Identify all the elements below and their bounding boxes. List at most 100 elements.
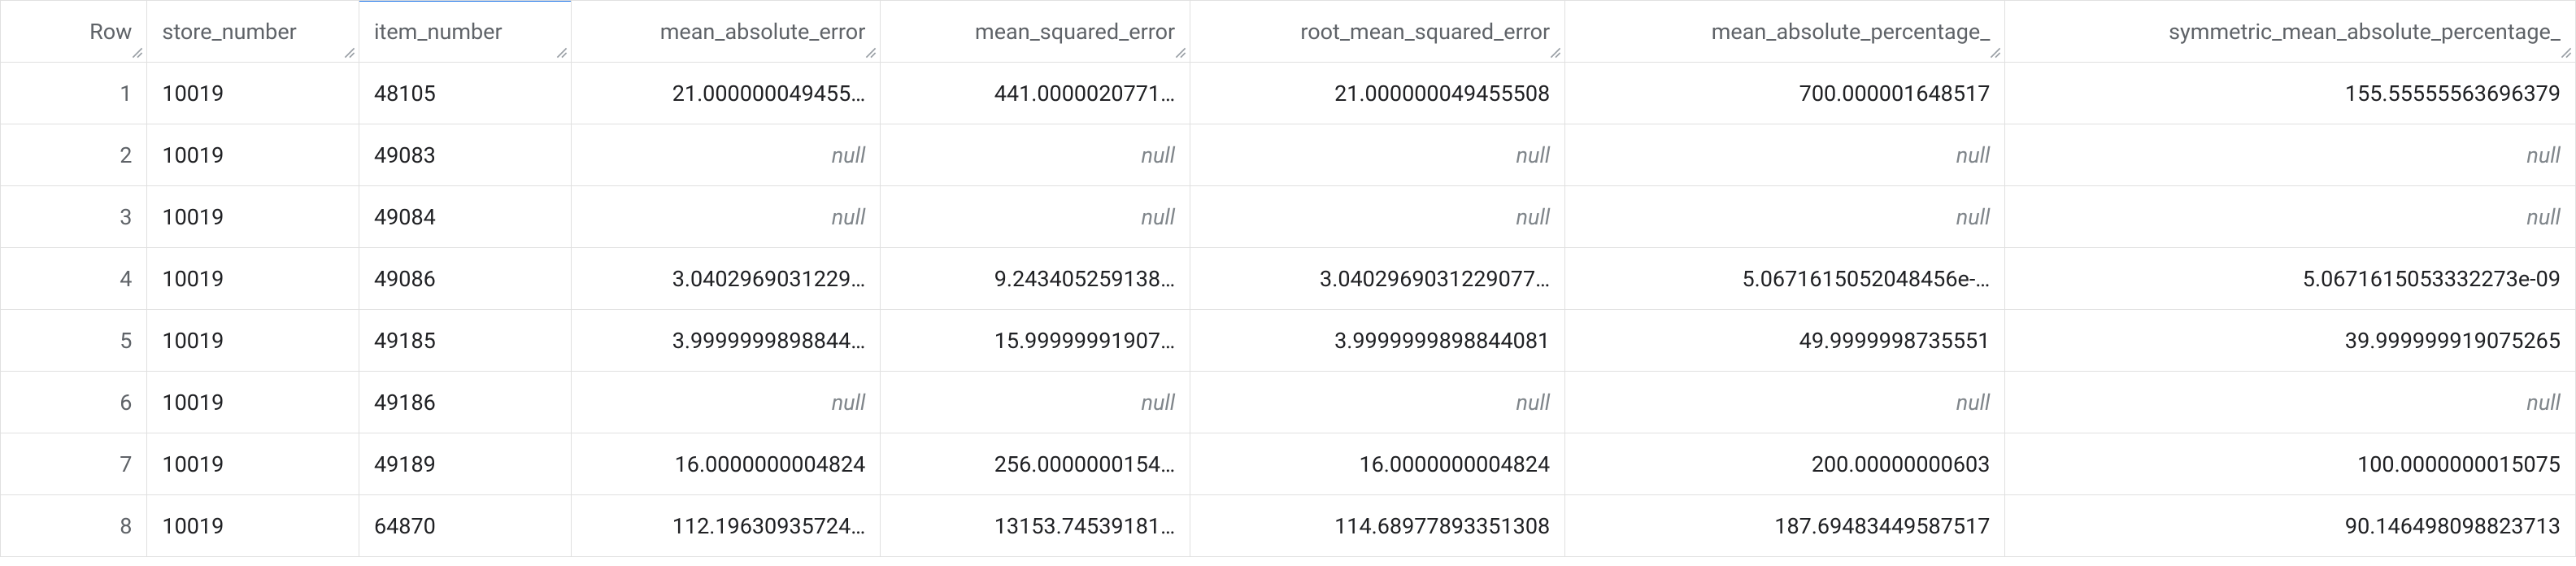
cell-store-number: 10019 <box>147 495 359 557</box>
null-value: null <box>2526 204 2561 230</box>
column-header-label: mean_squared_error <box>975 19 1175 45</box>
cell-item-number: 49189 <box>359 433 571 495</box>
cell-mae: null <box>571 372 881 433</box>
cell-mae: null <box>571 124 881 186</box>
cell-rmse: 21.000000049455508 <box>1190 63 1565 124</box>
cell-item-number: 49084 <box>359 186 571 248</box>
column-header-label: store_number <box>162 19 296 45</box>
null-value: null <box>1516 390 1551 416</box>
null-value: null <box>832 142 866 168</box>
null-value: null <box>1142 142 1176 168</box>
resize-handle-icon[interactable] <box>1175 47 1186 59</box>
null-value: null <box>1516 142 1551 168</box>
cell-smape: 155.55555563696379 <box>2005 63 2576 124</box>
table-row[interactable]: 7100194918916.0000000004824256.000000015… <box>1 433 2576 495</box>
cell-mse: null <box>881 372 1190 433</box>
cell-mape: 700.000001648517 <box>1565 63 2005 124</box>
column-header-rmse[interactable]: root_mean_squared_error <box>1190 1 1565 63</box>
column-header-mae[interactable]: mean_absolute_error <box>571 1 881 63</box>
table-row[interactable]: 21001949083nullnullnullnullnull <box>1 124 2576 186</box>
table-header-row: Row store_number item_number mean_absolu… <box>1 1 2576 63</box>
cell-rmse: null <box>1190 372 1565 433</box>
cell-rmse: null <box>1190 186 1565 248</box>
results-table: Row store_number item_number mean_absolu… <box>0 0 2576 557</box>
column-header-label: item_number <box>374 19 503 45</box>
cell-row-number: 4 <box>1 248 147 310</box>
column-header-label: mean_absolute_percentage_ <box>1712 19 1991 45</box>
cell-row-number: 8 <box>1 495 147 557</box>
table-row[interactable]: 510019491853.9999999898844…15.9999999190… <box>1 310 2576 372</box>
cell-smape: 90.146498098823713 <box>2005 495 2576 557</box>
null-value: null <box>832 204 866 230</box>
column-header-mse[interactable]: mean_squared_error <box>881 1 1190 63</box>
cell-mape: null <box>1565 124 2005 186</box>
cell-mape: 187.69483449587517 <box>1565 495 2005 557</box>
resize-handle-icon[interactable] <box>132 47 143 59</box>
column-header-row[interactable]: Row <box>1 1 147 63</box>
cell-mae: 16.0000000004824 <box>571 433 881 495</box>
cell-store-number: 10019 <box>147 372 359 433</box>
column-header-mape[interactable]: mean_absolute_percentage_ <box>1565 1 2005 63</box>
null-value: null <box>1516 204 1551 230</box>
table-row[interactable]: 31001949084 null null null null null <box>1 186 2576 248</box>
cell-mape: 5.0671615052048456e-… <box>1565 248 2005 310</box>
null-value: null <box>1956 142 1991 168</box>
cell-row-number: 6 <box>1 372 147 433</box>
column-header-label: Row <box>89 19 132 45</box>
null-value: null <box>1142 204 1176 230</box>
cell-mse: 441.0000020771… <box>881 63 1190 124</box>
cell-mse: 13153.74539181… <box>881 495 1190 557</box>
resize-handle-icon[interactable] <box>2561 47 2572 59</box>
cell-row-number: 5 <box>1 310 147 372</box>
active-column-indicator <box>359 1 571 2</box>
resize-handle-icon[interactable] <box>865 47 877 59</box>
cell-smape: 5.0671615053332273e-09 <box>2005 248 2576 310</box>
resize-handle-icon[interactable] <box>556 47 568 59</box>
resize-handle-icon[interactable] <box>1990 47 2001 59</box>
column-header-item-number[interactable]: item_number <box>359 1 571 63</box>
table-row[interactable]: 1100194810521.000000049455…441.000002077… <box>1 63 2576 124</box>
resize-handle-icon[interactable] <box>344 47 355 59</box>
null-value: null <box>1142 390 1176 416</box>
column-header-smape[interactable]: symmetric_mean_absolute_percentage_ <box>2005 1 2576 63</box>
cell-mape: null <box>1565 186 2005 248</box>
column-header-label: mean_absolute_error <box>660 19 866 45</box>
cell-row-number: 1 <box>1 63 147 124</box>
cell-item-number: 64870 <box>359 495 571 557</box>
table-row[interactable]: 410019490863.0402969031229…9.24340525913… <box>1 248 2576 310</box>
cell-mape: null <box>1565 372 2005 433</box>
cell-mae: 112.19630935724… <box>571 495 881 557</box>
cell-smape: 39.999999919075265 <box>2005 310 2576 372</box>
cell-row-number: 2 <box>1 124 147 186</box>
cell-smape: null <box>2005 124 2576 186</box>
null-value: null <box>1956 204 1991 230</box>
cell-mae: 21.000000049455… <box>571 63 881 124</box>
cell-row-number: 3 <box>1 186 147 248</box>
resize-handle-icon[interactable] <box>1550 47 1561 59</box>
table-row[interactable]: 81001964870112.19630935724…13153.7453918… <box>1 495 2576 557</box>
cell-mse: null <box>881 124 1190 186</box>
cell-smape: null <box>2005 186 2576 248</box>
cell-mae: 3.9999999898844… <box>571 310 881 372</box>
cell-mse: null <box>881 186 1190 248</box>
column-header-label: symmetric_mean_absolute_percentage_ <box>2169 19 2561 45</box>
null-value: null <box>1956 390 1991 416</box>
cell-row-number: 7 <box>1 433 147 495</box>
cell-mape: 49.9999998735551 <box>1565 310 2005 372</box>
table-body: 1100194810521.000000049455…441.000002077… <box>1 63 2576 557</box>
table-row[interactable]: 61001949186nullnullnullnullnull <box>1 372 2576 433</box>
cell-item-number: 49086 <box>359 248 571 310</box>
cell-rmse: 3.0402969031229077… <box>1190 248 1565 310</box>
cell-mae: null <box>571 186 881 248</box>
cell-store-number: 10019 <box>147 186 359 248</box>
cell-smape: null <box>2005 372 2576 433</box>
cell-store-number: 10019 <box>147 433 359 495</box>
cell-item-number: 48105 <box>359 63 571 124</box>
cell-mse: 256.0000000154… <box>881 433 1190 495</box>
column-header-store-number[interactable]: store_number <box>147 1 359 63</box>
cell-item-number: 49083 <box>359 124 571 186</box>
cell-item-number: 49185 <box>359 310 571 372</box>
cell-store-number: 10019 <box>147 63 359 124</box>
cell-mape: 200.00000000603 <box>1565 433 2005 495</box>
cell-rmse: 16.0000000004824 <box>1190 433 1565 495</box>
